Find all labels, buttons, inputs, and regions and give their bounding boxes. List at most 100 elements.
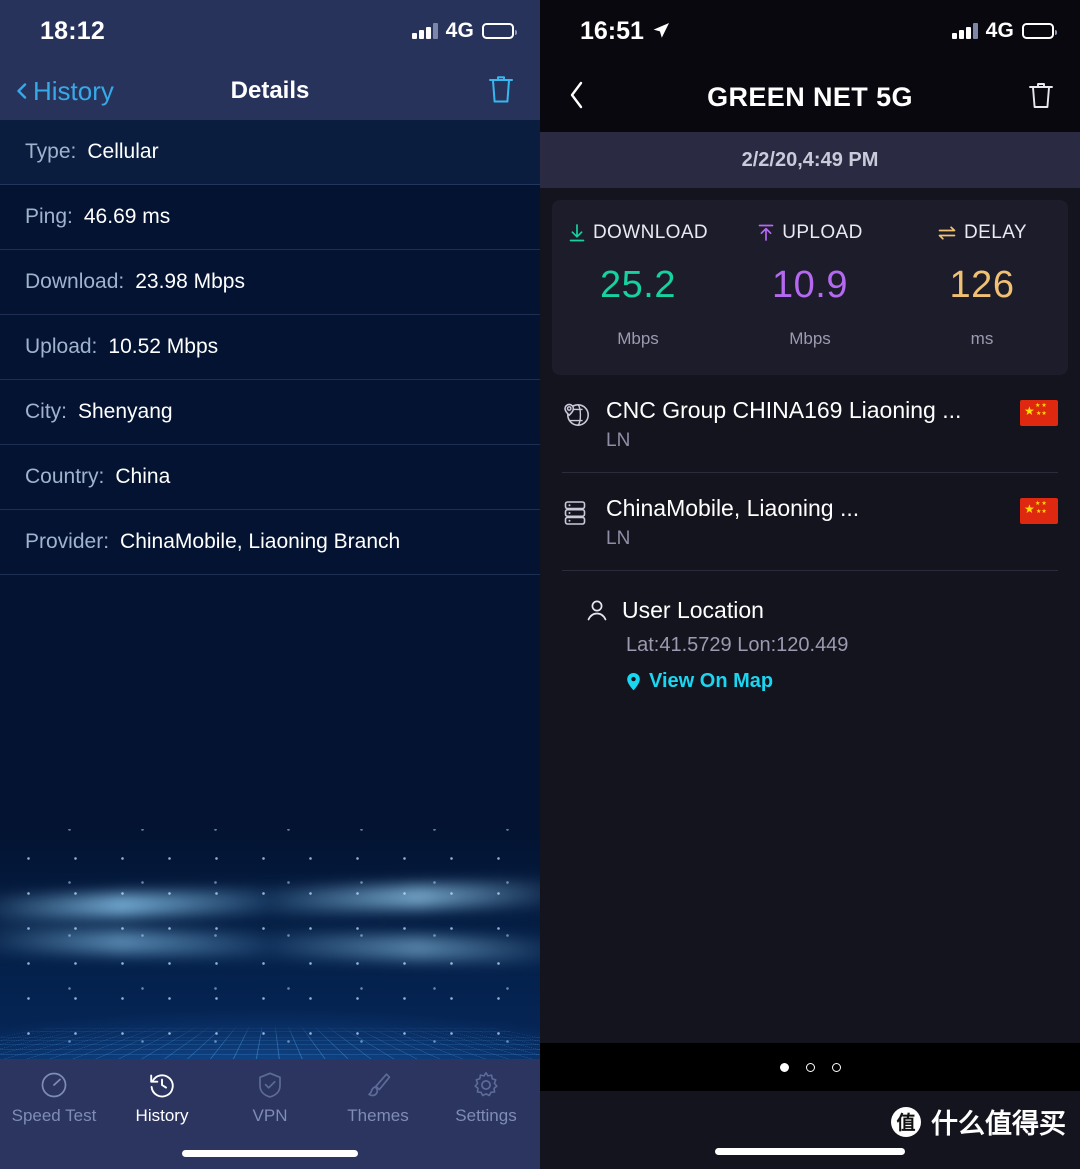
detail-value: Cellular xyxy=(87,140,159,163)
detail-value: ChinaMobile, Liaoning Branch xyxy=(120,530,401,553)
server-icon xyxy=(562,495,592,532)
tab-label: Speed Test xyxy=(11,1106,97,1125)
shield-check-icon xyxy=(259,1072,281,1098)
page-dot-2[interactable] xyxy=(805,1062,815,1072)
detail-rows: Type: Cellular Ping: 46.69 ms Download: … xyxy=(0,120,540,575)
globe-pin-icon xyxy=(562,397,592,434)
back-button-label: History xyxy=(33,75,114,106)
chevron-left-icon xyxy=(17,83,27,99)
view-on-map-label: View On Map xyxy=(649,670,774,692)
paintbrush-icon xyxy=(368,1073,391,1097)
location-arrow-icon xyxy=(653,23,669,38)
stat-label: DELAY xyxy=(964,222,1027,243)
right-status-bar: 16:51 4G xyxy=(540,0,1080,62)
country-flag-cn: ★ ★★ ★★ xyxy=(1020,498,1058,524)
delete-button[interactable] xyxy=(488,74,514,109)
stat-value: 126 xyxy=(949,264,1015,306)
stat-label: UPLOAD xyxy=(782,222,863,243)
network-type-label: 4G xyxy=(445,19,474,42)
left-phone-screen: 18:12 4G History Details Type: Cellular … xyxy=(0,0,540,1169)
stat-label: DOWNLOAD xyxy=(592,222,709,243)
signal-bars-icon xyxy=(952,23,978,39)
stat-download: DOWNLOAD 25.2 Mbps xyxy=(552,222,724,349)
stat-unit: Mbps xyxy=(617,329,659,348)
upload-arrow-icon xyxy=(758,224,774,241)
stat-unit: Mbps xyxy=(789,329,831,348)
tab-speed-test[interactable]: Speed Test xyxy=(0,1071,108,1126)
detail-key: Provider: xyxy=(25,530,110,553)
detail-row: Ping: 46.69 ms xyxy=(0,185,540,250)
right-status-clock: 16:51 xyxy=(580,16,644,45)
exchange-arrows-icon xyxy=(938,226,956,240)
signal-bars-icon xyxy=(412,23,438,39)
stat-header: DELAY xyxy=(896,222,1068,244)
detail-key: Download: xyxy=(25,270,125,293)
right-nav-bar: GREEN NET 5G xyxy=(540,62,1080,132)
provider-sub: LN xyxy=(606,528,631,549)
detail-value: Shenyang xyxy=(78,400,173,423)
provider-sub: LN xyxy=(606,430,631,451)
detail-row: Download: 23.98 Mbps xyxy=(0,250,540,315)
view-on-map-link[interactable]: View On Map xyxy=(626,670,1036,693)
trash-icon xyxy=(489,75,513,102)
user-location-header: User Location xyxy=(584,597,1036,624)
tab-history[interactable]: History xyxy=(108,1071,216,1126)
detail-value: China xyxy=(115,465,171,488)
trash-icon xyxy=(1029,82,1053,108)
left-status-clock: 18:12 xyxy=(40,16,105,45)
user-location-title: User Location xyxy=(622,597,764,623)
tab-themes[interactable]: Themes xyxy=(324,1071,432,1126)
provider-row[interactable]: ChinaMobile, Liaoning ... LN ★ ★★ ★★ xyxy=(562,472,1058,570)
tab-vpn[interactable]: VPN xyxy=(216,1071,324,1126)
screenshot-stage: 18:12 4G History Details Type: Cellular … xyxy=(0,0,1080,1169)
bottom-tab-bar: Speed Test History VPN Themes Settings xyxy=(0,1059,540,1169)
tab-label: Settings xyxy=(455,1106,517,1125)
detail-value: 23.98 Mbps xyxy=(135,270,245,293)
home-indicator[interactable] xyxy=(715,1148,905,1155)
user-location-section: User Location Lat:41.5729 Lon:120.449 Vi… xyxy=(562,570,1058,693)
detail-key: Type: xyxy=(25,140,77,163)
detail-row: Provider: ChinaMobile, Liaoning Branch xyxy=(0,510,540,575)
right-phone-screen: 16:51 4G GREEN NET 5G 2/2/20,4:49 PM DOW… xyxy=(540,0,1080,1169)
speed-stats-card: DOWNLOAD 25.2 Mbps UPLOAD 10.9 Mbps DELA… xyxy=(552,200,1068,375)
page-title: GREEN NET 5G xyxy=(707,81,913,112)
detail-value: 10.52 Mbps xyxy=(108,335,219,358)
right-status-indicators: 4G xyxy=(952,19,1057,43)
back-button[interactable]: History xyxy=(14,76,114,107)
detail-row: City: Shenyang xyxy=(0,380,540,445)
page-dot-1[interactable] xyxy=(779,1062,789,1072)
stat-delay: DELAY 126 ms xyxy=(896,222,1068,349)
detail-key: Country: xyxy=(25,465,105,488)
person-icon xyxy=(587,600,607,620)
network-type-label: 4G xyxy=(985,19,1014,42)
battery-icon xyxy=(1022,23,1057,39)
back-button[interactable] xyxy=(568,80,586,115)
provider-name: CNC Group CHINA169 Liaoning ... xyxy=(606,397,962,423)
left-nav-bar: History Details xyxy=(0,62,540,120)
left-status-indicators: 4G xyxy=(412,19,517,43)
download-arrow-icon xyxy=(569,224,585,242)
provider-row[interactable]: CNC Group CHINA169 Liaoning ... LN ★ ★★ ★★ xyxy=(562,375,1058,472)
page-dot-3[interactable] xyxy=(831,1062,841,1072)
provider-text: ChinaMobile, Liaoning ... LN xyxy=(606,495,1020,550)
decorative-wave-graphic xyxy=(0,829,540,1059)
history-clock-icon xyxy=(150,1074,174,1098)
stat-value: 10.9 xyxy=(772,264,848,306)
home-indicator[interactable] xyxy=(182,1150,358,1157)
map-pin-icon xyxy=(627,673,640,691)
tab-settings[interactable]: Settings xyxy=(432,1071,540,1126)
stat-unit: ms xyxy=(970,329,994,348)
provider-list: CNC Group CHINA169 Liaoning ... LN ★ ★★ ★★ xyxy=(540,375,1080,570)
tab-label: VPN xyxy=(252,1106,288,1125)
watermark: 值 什么值得买 xyxy=(891,1102,1066,1141)
chevron-left-icon xyxy=(570,81,583,108)
provider-name: ChinaMobile, Liaoning ... xyxy=(606,495,860,521)
delete-button[interactable] xyxy=(1028,80,1054,115)
country-flag-cn: ★ ★★ ★★ xyxy=(1020,400,1058,426)
speedometer-icon xyxy=(41,1072,67,1098)
detail-key: Upload: xyxy=(25,335,98,358)
stat-header: UPLOAD xyxy=(724,222,896,244)
tab-label: History xyxy=(135,1106,189,1125)
left-status-bar: 18:12 4G xyxy=(0,0,540,62)
watermark-badge: 值 xyxy=(891,1106,921,1137)
